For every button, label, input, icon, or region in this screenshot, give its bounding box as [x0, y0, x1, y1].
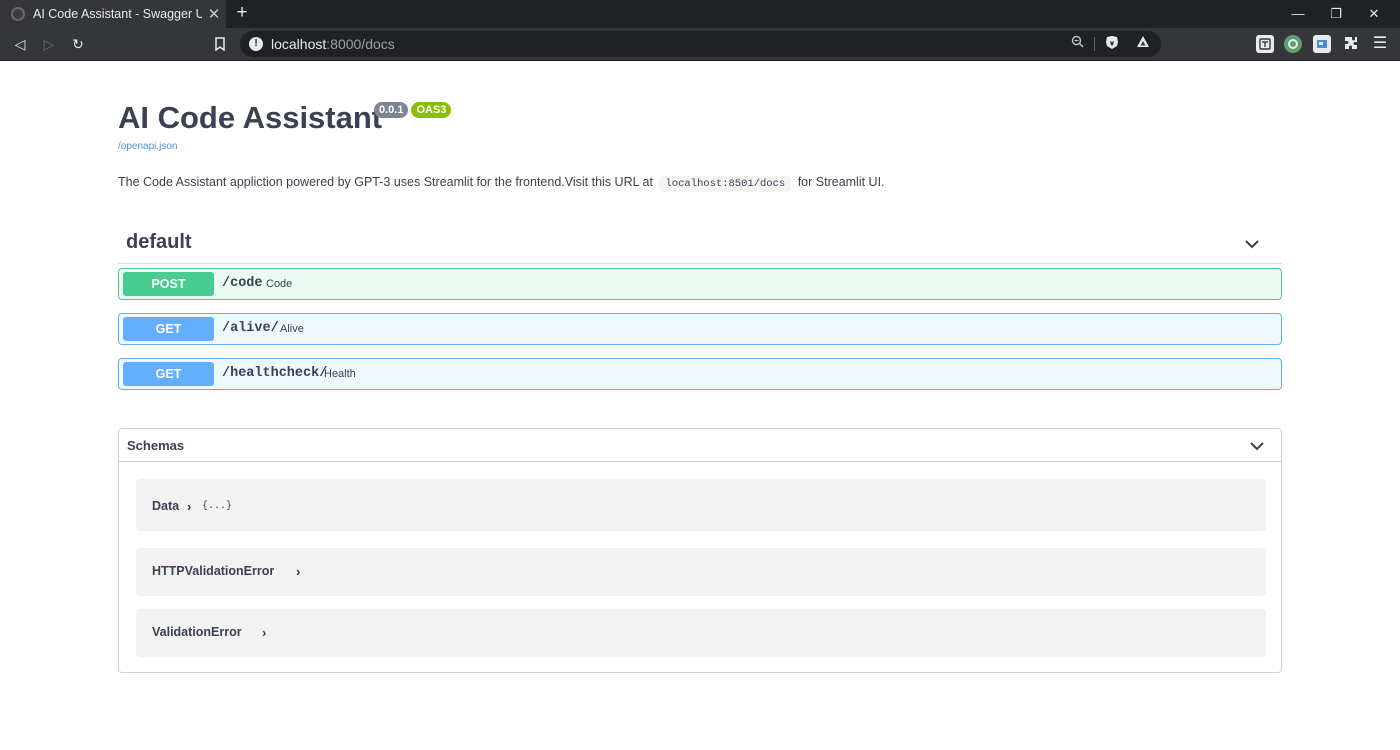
- brave-shield-icon[interactable]: [1103, 35, 1121, 53]
- schema-validationerror[interactable]: ValidationError ›: [136, 609, 1266, 657]
- tab-title: AI Code Assistant - Swagger UI: [33, 7, 202, 21]
- browser-tab[interactable]: AI Code Assistant - Swagger UI ✕: [0, 0, 226, 28]
- zoom-icon[interactable]: [1068, 35, 1086, 53]
- operation-path: /alive/: [222, 321, 279, 336]
- schema-name: ValidationError: [152, 625, 242, 639]
- schemas-header[interactable]: Schemas: [119, 429, 1281, 462]
- info-icon[interactable]: !: [249, 37, 263, 51]
- method-badge: GET: [123, 317, 214, 341]
- tag-name: default: [126, 231, 192, 253]
- menu-icon[interactable]: ☰: [1371, 35, 1389, 53]
- browser-tab-bar: AI Code Assistant - Swagger UI ✕ + — ❐ ✕: [0, 0, 1400, 28]
- url-text[interactable]: localhost:8000/docs: [271, 36, 395, 52]
- extension-grammar-icon[interactable]: [1284, 35, 1302, 53]
- browser-toolbar: ◁ ▷ ↻ ! localhost:8000/docs ☰: [0, 28, 1400, 61]
- version-badge: 0.0.1: [374, 102, 409, 118]
- rewards-icon[interactable]: [1134, 35, 1152, 53]
- chevron-down-icon[interactable]: [1248, 437, 1266, 455]
- chevron-right-icon[interactable]: ›: [187, 499, 191, 514]
- operation-path: /healthcheck/: [222, 366, 328, 381]
- operation-get-healthcheck[interactable]: GET /healthcheck/ Health: [118, 358, 1282, 390]
- operation-get-alive[interactable]: GET /alive/ Alive: [118, 313, 1282, 345]
- back-icon[interactable]: ◁: [7, 32, 33, 56]
- page-title: AI Code Assistant: [118, 100, 383, 135]
- api-description: The Code Assistant appliction powered by…: [118, 175, 885, 192]
- method-badge: POST: [123, 272, 214, 296]
- omnibox-divider: [1094, 37, 1095, 51]
- favicon-icon: [11, 7, 25, 21]
- version-badges: 0.0.1 OAS3: [374, 102, 452, 118]
- swagger-page: AI Code Assistant 0.0.1 OAS3 /openapi.js…: [0, 62, 1400, 750]
- streamlit-url-code: localhost:8501/docs: [659, 176, 792, 192]
- schema-httpvalidationerror[interactable]: HTTPValidationError ›: [136, 548, 1266, 596]
- chevron-down-icon[interactable]: [1243, 235, 1261, 253]
- new-tab-button[interactable]: +: [231, 2, 253, 24]
- chevron-right-icon[interactable]: ›: [296, 564, 300, 579]
- method-badge: GET: [123, 362, 214, 386]
- operation-summary: Alive: [280, 323, 304, 335]
- operation-post-code[interactable]: POST /code Code: [118, 268, 1282, 300]
- schema-name: Data: [152, 499, 180, 513]
- oas-badge: OAS3: [411, 102, 452, 118]
- extension-screenshot-icon[interactable]: [1313, 35, 1331, 53]
- extensions-icon[interactable]: [1342, 35, 1360, 53]
- address-bar[interactable]: ! localhost:8000/docs: [240, 31, 1161, 57]
- tab-close-button[interactable]: ✕: [202, 5, 226, 23]
- bookmark-icon[interactable]: [207, 32, 233, 56]
- forward-icon[interactable]: ▷: [36, 32, 62, 56]
- operation-summary: Code: [266, 278, 293, 290]
- api-info: AI Code Assistant 0.0.1 OAS3 /openapi.js…: [118, 100, 1282, 194]
- extension-translate-icon[interactable]: [1256, 35, 1274, 53]
- reload-icon[interactable]: ↻: [65, 32, 91, 56]
- schema-collapsed-braces: {...}: [202, 501, 233, 512]
- openapi-json-link[interactable]: /openapi.json: [118, 141, 1282, 152]
- schema-name: HTTPValidationError: [152, 564, 275, 578]
- operation-path: /code: [222, 276, 263, 291]
- schemas-section: Schemas Data › {...} HTTPValidationError…: [118, 428, 1282, 673]
- schemas-title: Schemas: [127, 438, 185, 453]
- tag-section-default[interactable]: default: [118, 225, 1282, 264]
- close-window-button[interactable]: ✕: [1352, 0, 1396, 28]
- operation-summary: Health: [324, 368, 356, 380]
- chevron-right-icon[interactable]: ›: [262, 625, 266, 640]
- schema-data[interactable]: Data › {...}: [136, 479, 1266, 531]
